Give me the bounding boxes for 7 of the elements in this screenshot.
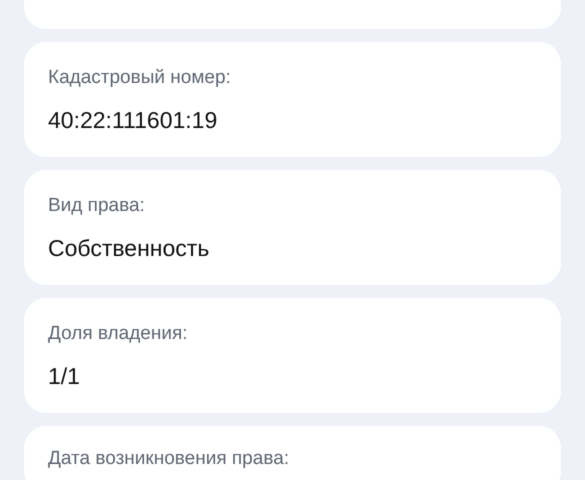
field-label: Дата возникновения права: [48, 448, 290, 470]
field-label: Доля владения: [48, 323, 189, 345]
field-value: 40:22:111601:19 [48, 106, 218, 134]
field-label: Кадастровый номер: [48, 67, 232, 89]
field-value: Собственность [48, 234, 210, 262]
field-value: 1/1 [48, 362, 81, 390]
field-label: Вид права: [48, 195, 146, 217]
